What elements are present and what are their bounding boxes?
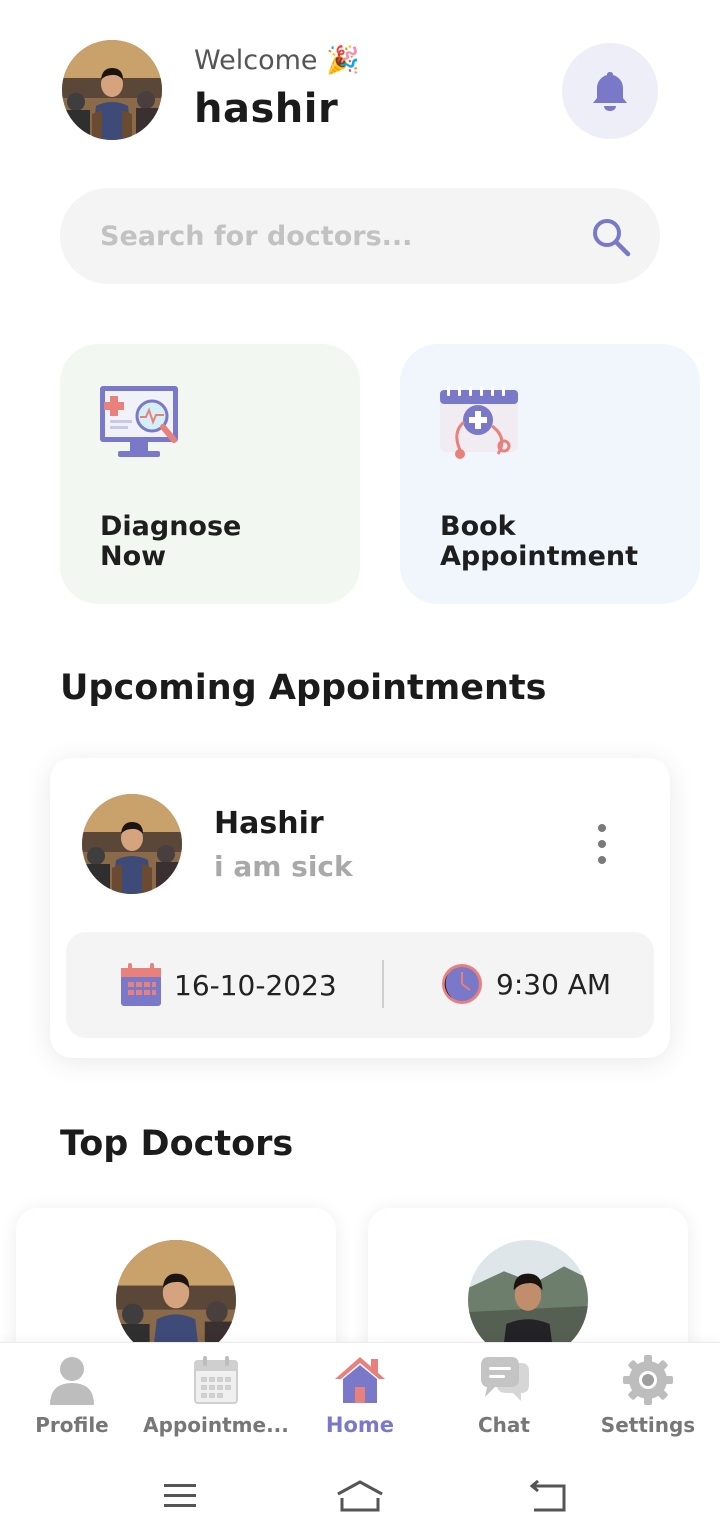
nav-profile[interactable]: Profile (0, 1353, 144, 1449)
system-navigation-bar (0, 1454, 720, 1538)
chat-icon (481, 1357, 529, 1401)
bottom-navigation: Profile Appointme... Home Chat Settings (0, 1342, 720, 1454)
more-vertical-icon (598, 824, 606, 832)
nav-label: Appointme... (143, 1413, 289, 1437)
user-avatar[interactable] (62, 40, 162, 140)
notifications-button[interactable] (562, 43, 658, 139)
appointment-avatar (82, 794, 182, 894)
appointment-date-text: 16-10-2023 (174, 968, 337, 1002)
nav-appointments[interactable]: Appointme... (143, 1353, 289, 1449)
person-icon (50, 1357, 94, 1405)
more-options-button[interactable] (588, 824, 616, 864)
calendar-icon (194, 1356, 238, 1404)
nav-label: Chat (478, 1413, 530, 1437)
diagnose-now-card[interactable]: Diagnose Now (60, 344, 360, 604)
home-icon (335, 1357, 385, 1403)
appointment-card[interactable]: Hashir i am sick 16-10-2023 9:30 AM (50, 758, 670, 1058)
nav-home[interactable]: Home (288, 1353, 432, 1449)
nav-label: Home (325, 1413, 395, 1437)
party-emoji-icon: 🎉 (326, 45, 360, 76)
appointment-patient-name: Hashir (214, 806, 324, 841)
nav-chat[interactable]: Chat (432, 1353, 576, 1449)
gear-icon (623, 1355, 673, 1405)
back-icon[interactable] (520, 1478, 580, 1514)
welcome-text: Welcome 🎉 (194, 45, 360, 76)
top-doctors-title: Top Doctors (60, 1124, 294, 1164)
book-appointment-label: Book Appointment (440, 511, 639, 572)
bell-icon (593, 72, 627, 111)
nav-label: Profile (35, 1413, 109, 1437)
nav-label: Settings (600, 1413, 696, 1437)
appointment-date: 16-10-2023 (120, 962, 337, 1008)
calendar-stethoscope-icon (440, 386, 518, 459)
nav-settings[interactable]: Settings (576, 1353, 720, 1449)
clock-icon (442, 964, 482, 1004)
info-divider (382, 960, 384, 1008)
search-input[interactable] (100, 212, 580, 260)
search-icon[interactable] (590, 216, 632, 258)
diagnose-now-label: Diagnose Now (100, 511, 242, 572)
appointment-reason: i am sick (214, 850, 353, 883)
username: hashir (194, 86, 339, 132)
appointment-time-text: 9:30 AM (496, 967, 612, 1001)
appointment-time: 9:30 AM (440, 962, 611, 1006)
upcoming-appointments-title: Upcoming Appointments (60, 668, 547, 708)
menu-icon[interactable] (150, 1478, 210, 1514)
appointment-info-panel: 16-10-2023 9:30 AM (66, 932, 654, 1038)
book-appointment-card[interactable]: Book Appointment (400, 344, 700, 604)
diagnose-monitor-icon (100, 386, 178, 457)
search-bar[interactable] (60, 188, 660, 284)
home-button-icon[interactable] (330, 1478, 390, 1514)
calendar-icon (121, 963, 161, 1006)
